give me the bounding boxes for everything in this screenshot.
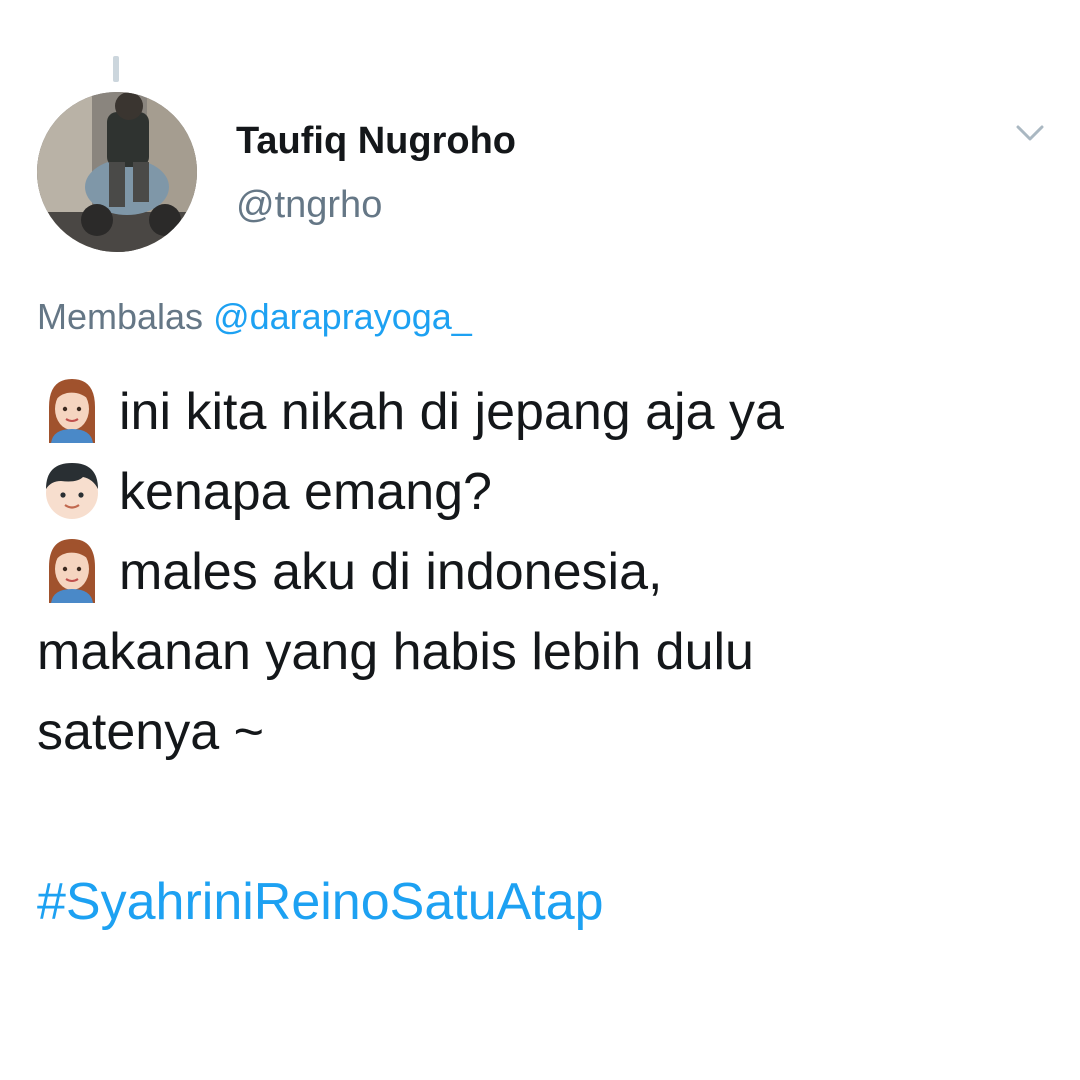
- tweet-line-text: males aku di indonesia,: [119, 543, 663, 601]
- woman-emoji-icon: [37, 535, 107, 605]
- reply-prefix: Membalas: [37, 296, 204, 337]
- reply-context: Membalas @daraprayoga_: [37, 296, 472, 338]
- tweet-line: kenapa emang?: [37, 452, 1037, 532]
- thread-connector-line: [113, 56, 119, 82]
- tweet-body: ini kita nikah di jepang aja ya kenapa e…: [37, 372, 1037, 772]
- boy-emoji-icon: [37, 455, 107, 525]
- tweet-line: males aku di indonesia,: [37, 532, 1037, 612]
- tweet-line: satenya ~: [37, 692, 1037, 772]
- author-display-name[interactable]: Taufiq Nugroho: [236, 120, 516, 163]
- avatar[interactable]: [37, 92, 197, 252]
- tweet-line-text: ini kita nikah di jepang aja ya: [119, 383, 784, 441]
- chevron-down-icon[interactable]: [1010, 118, 1050, 148]
- reply-mention-link[interactable]: @daraprayoga_: [213, 296, 472, 337]
- tweet-line: makanan yang habis lebih dulu: [37, 612, 1037, 692]
- tweet-line-text: satenya ~: [37, 703, 264, 761]
- tweet-line-text: kenapa emang?: [119, 463, 492, 521]
- author-handle[interactable]: @tngrho: [236, 184, 382, 227]
- hashtag-link[interactable]: #SyahriniReinoSatuAtap: [37, 872, 604, 932]
- woman-emoji-icon: [37, 375, 107, 445]
- tweet-line-text: makanan yang habis lebih dulu: [37, 623, 754, 681]
- tweet-line: ini kita nikah di jepang aja ya: [37, 372, 1037, 452]
